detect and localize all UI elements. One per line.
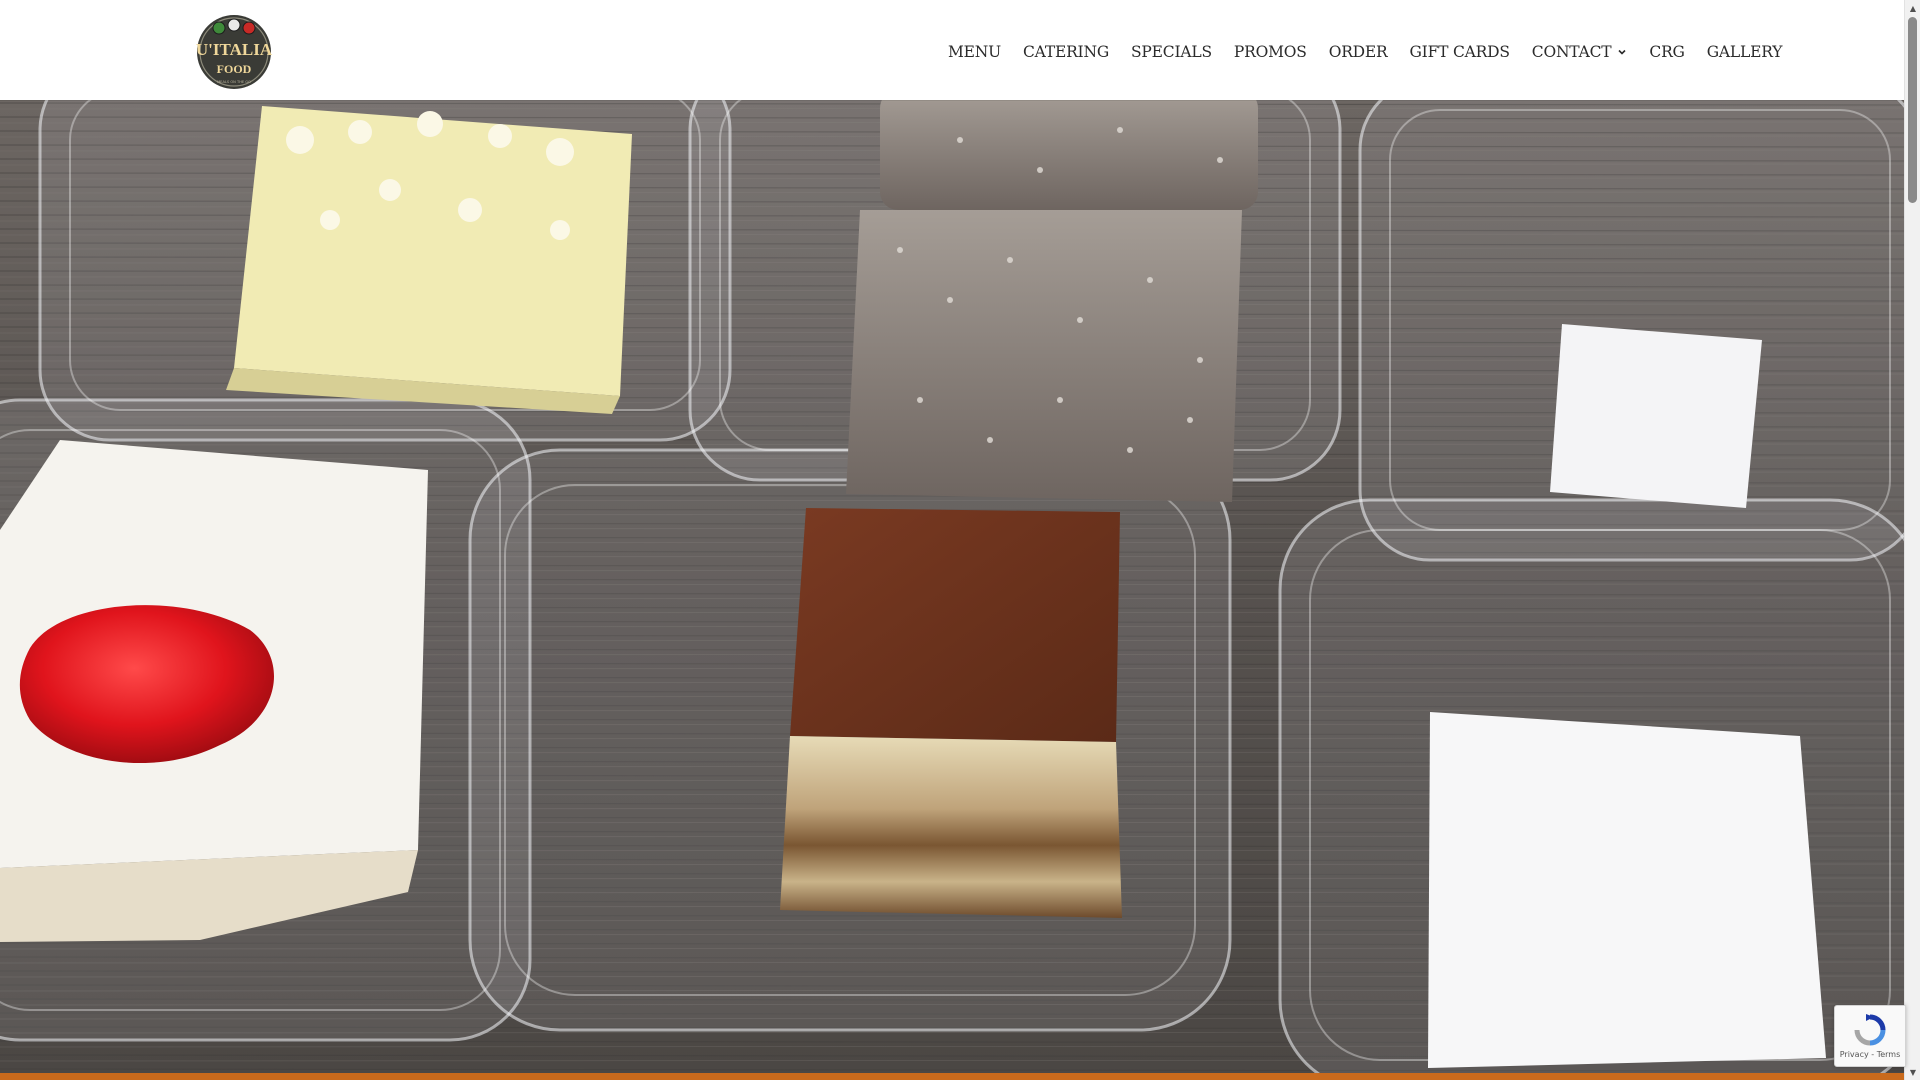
nav-item-label[interactable]: SPECIALS	[1131, 43, 1212, 61]
nav-item-label[interactable]: MENU	[948, 43, 1001, 61]
scroll-up-arrow[interactable]: ▲	[1905, 0, 1920, 16]
nav-item-label[interactable]: PROMOS	[1234, 43, 1307, 61]
recaptcha-separator: -	[1868, 1050, 1877, 1059]
main-nav: MENU CATERING SPECIALS PROMOS ORDER GIFT…	[948, 0, 1782, 100]
nav-item-crg[interactable]: CRG	[1649, 39, 1685, 61]
desserts-photo	[0, 100, 1904, 1073]
recaptcha-privacy-link[interactable]: Privacy	[1840, 1050, 1869, 1059]
recaptcha-terms-link[interactable]: Terms	[1877, 1050, 1901, 1059]
nav-item-label[interactable]: CRG	[1649, 43, 1685, 61]
uitalia-logo[interactable]: U'ITALIA FOOD MEALS ON THE GO	[193, 12, 275, 92]
nav-item-contact[interactable]: CONTACT	[1532, 39, 1628, 61]
scroll-down-arrow[interactable]: ▼	[1905, 1064, 1920, 1080]
scroll-thumb[interactable]	[1908, 17, 1917, 203]
nav-item-label[interactable]: GIFT CARDS	[1409, 43, 1509, 61]
nav-item-label[interactable]: GALLERY	[1707, 43, 1783, 61]
logo-subwordmark: FOOD	[217, 62, 252, 76]
page-scrollbar[interactable]: ▲ ▼	[1904, 0, 1920, 1080]
nav-item-specials[interactable]: SPECIALS	[1131, 39, 1212, 61]
nav-item-label[interactable]: CATERING	[1023, 43, 1109, 61]
recaptcha-icon	[1854, 1014, 1886, 1046]
recaptcha-links: Privacy - Terms	[1840, 1050, 1901, 1059]
chevron-down-icon[interactable]	[1617, 47, 1627, 57]
nav-item-label[interactable]: ORDER	[1329, 43, 1388, 61]
nav-item-catering[interactable]: CATERING	[1023, 39, 1109, 61]
nav-item-promos[interactable]: PROMOS	[1234, 39, 1307, 61]
nav-item-order[interactable]: ORDER	[1329, 39, 1388, 61]
nav-item-gallery[interactable]: GALLERY	[1707, 39, 1783, 61]
logo-wordmark: U'ITALIA	[196, 40, 273, 59]
nav-item-gift-cards[interactable]: GIFT CARDS	[1409, 39, 1509, 61]
site-header: U'ITALIA FOOD MEALS ON THE GO MENU CATER…	[0, 0, 1904, 100]
nav-item-label[interactable]: CONTACT	[1532, 43, 1612, 61]
logo-tagline: MEALS ON THE GO	[217, 80, 251, 84]
footer-accent-bar	[0, 1073, 1904, 1080]
recaptcha-badge[interactable]: Privacy - Terms	[1834, 1005, 1906, 1067]
nav-item-menu[interactable]: MENU	[948, 39, 1001, 61]
hero-image	[0, 100, 1904, 1073]
